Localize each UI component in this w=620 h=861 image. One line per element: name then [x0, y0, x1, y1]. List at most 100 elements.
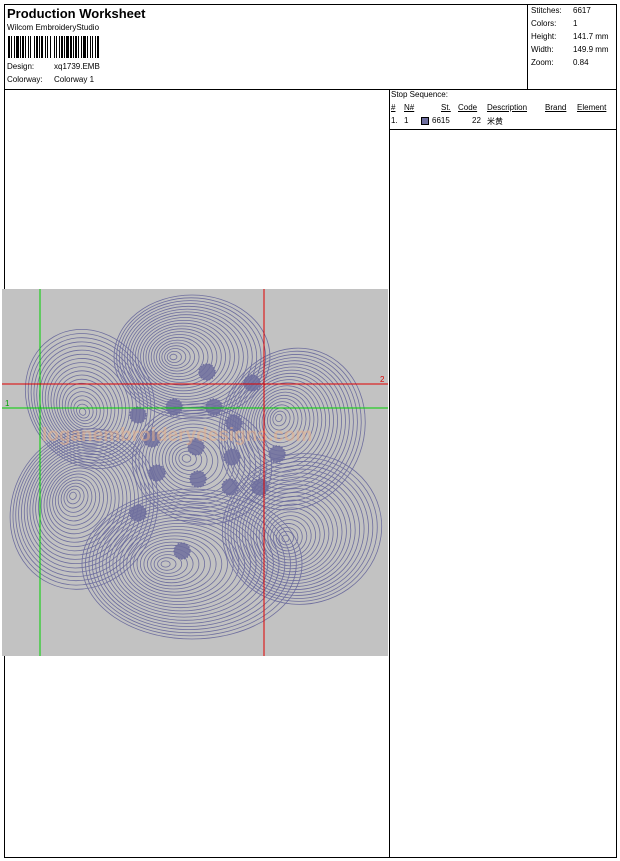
barcode-bar	[73, 36, 74, 58]
petal-left-outline	[63, 485, 85, 509]
flower-center-bud	[268, 445, 286, 463]
barcode-bar	[36, 36, 38, 58]
barcode-bar	[8, 36, 10, 58]
stat-width: Width: 149.9 mm	[531, 45, 609, 54]
petal-top-outline	[169, 353, 178, 361]
stat-label: Stitches:	[531, 6, 562, 15]
center-petal-outline	[181, 454, 192, 463]
software-name: Wilcom EmbroideryStudio	[7, 23, 100, 32]
stat-value: 6617	[573, 6, 591, 15]
barcode-bar	[20, 36, 21, 58]
stop-sequence-divider	[390, 129, 616, 130]
col-header-description: Description	[487, 103, 528, 112]
barcode-bar	[34, 36, 35, 58]
stat-value: 141.7 mm	[573, 32, 609, 41]
flower-center-bud	[189, 470, 207, 488]
barcode-bar	[16, 36, 19, 58]
header-info-panel: Production Worksheet Wilcom EmbroiderySt…	[5, 5, 528, 89]
design-area: loganembroiderydesigns.com 1 2	[2, 90, 390, 857]
petal-bottom-outline	[160, 560, 171, 568]
barcode-bar	[61, 36, 63, 58]
stat-value: 0.84	[573, 58, 589, 67]
flower-center-bud	[251, 478, 269, 496]
barcode-bar	[11, 36, 12, 58]
barcode-bar	[54, 36, 55, 58]
colorway-label: Colorway:	[7, 75, 43, 84]
stop-sequence-header: # N# St. Code Description Brand Element	[391, 103, 615, 114]
embroidery-preview-canvas: loganembroiderydesigns.com 1 2	[2, 289, 388, 656]
petal-bottom-outline	[126, 529, 228, 599]
barcode-bar	[14, 36, 15, 58]
watermark-text: loganembroiderydesigns.com	[42, 425, 312, 446]
barcode-bar	[22, 36, 24, 58]
petal-top-outline	[113, 294, 271, 420]
flower-center-bud	[205, 398, 223, 416]
barcode-bar	[66, 36, 69, 58]
design-value: xq1739.EMB	[54, 62, 100, 71]
flower-center-bud	[198, 363, 216, 381]
row-code: 22	[472, 116, 481, 125]
barcode-bar	[78, 36, 79, 58]
row-description: 米黄	[487, 117, 503, 126]
stat-value: 1	[573, 19, 578, 28]
petal-bottom-outline	[133, 535, 217, 593]
stat-value: 149.9 mm	[573, 45, 609, 54]
flower-center-bud	[129, 406, 147, 424]
row-st: 6615	[432, 116, 450, 125]
stat-height: Height: 141.7 mm	[531, 32, 609, 41]
stats-panel: Stitches: 6617 Colors: 1 Height: 141.7 mm W…	[531, 5, 616, 89]
flower-center-bud	[148, 464, 166, 482]
barcode-bar	[87, 36, 88, 58]
petal-left-outline	[52, 473, 101, 526]
petal-top-outline	[156, 339, 200, 375]
flower-center-bud	[173, 542, 191, 560]
barcode-bar	[59, 36, 60, 58]
petal-bottom-outline	[122, 526, 234, 602]
col-header-st: St.	[441, 103, 451, 112]
petal-top-outline	[134, 317, 235, 397]
barcode-bar	[28, 36, 29, 58]
petal-bottom-outline	[157, 557, 177, 571]
petal-bottom-outline	[115, 519, 246, 609]
start-marker-label: 1	[5, 399, 10, 408]
barcode-bar	[64, 36, 65, 58]
barcode-bar	[25, 36, 26, 58]
stat-label: Height:	[531, 32, 557, 41]
design-label: Design:	[7, 62, 35, 71]
petal-right-outline	[275, 413, 283, 423]
col-header-code: Code	[458, 103, 478, 112]
stop-sequence-title: Stop Sequence:	[391, 90, 448, 99]
petal-bottom-outline	[143, 544, 200, 584]
colorway-value: Colorway 1	[54, 75, 95, 84]
barcode-bar	[81, 36, 82, 58]
barcode-bar	[95, 36, 96, 58]
barcode-bar	[83, 36, 86, 58]
petal-bottom-outline	[98, 504, 274, 624]
stat-stitches: Stitches: 6617	[531, 6, 591, 15]
stop-sequence-panel: Stop Sequence: # N# St. Code Description…	[390, 90, 616, 857]
petal-upper-left-outline	[78, 407, 87, 416]
barcode-bar	[50, 36, 51, 58]
worksheet: Production Worksheet Wilcom EmbroiderySt…	[2, 4, 617, 858]
barcode-bar	[45, 36, 46, 58]
petal-upper-left-outline	[76, 403, 90, 419]
stat-zoom: Zoom: 0.84	[531, 58, 589, 67]
colorway-row: Colorway: Colorway 1	[7, 75, 94, 84]
barcode-bar	[41, 36, 43, 58]
barcode-bar	[92, 36, 93, 58]
stop-sequence-row: 1. 1 6615 22 米黄	[391, 116, 615, 127]
page-title: Production Worksheet	[7, 6, 146, 21]
stat-label: Zoom:	[531, 58, 554, 67]
row-n: 1	[404, 116, 409, 125]
petal-lower-right-outline	[281, 534, 290, 543]
flower-center-bud	[129, 504, 147, 522]
flower-center-bud	[223, 448, 241, 466]
flower-center-bud	[243, 374, 261, 392]
stat-label: Colors:	[531, 19, 557, 28]
petal-top-outline	[129, 311, 244, 403]
petal-top-outline	[124, 305, 253, 409]
row-num: 1.	[391, 116, 398, 125]
flower-embroidery	[9, 294, 383, 640]
barcode-bar	[97, 36, 99, 58]
petal-top-outline	[166, 351, 182, 364]
